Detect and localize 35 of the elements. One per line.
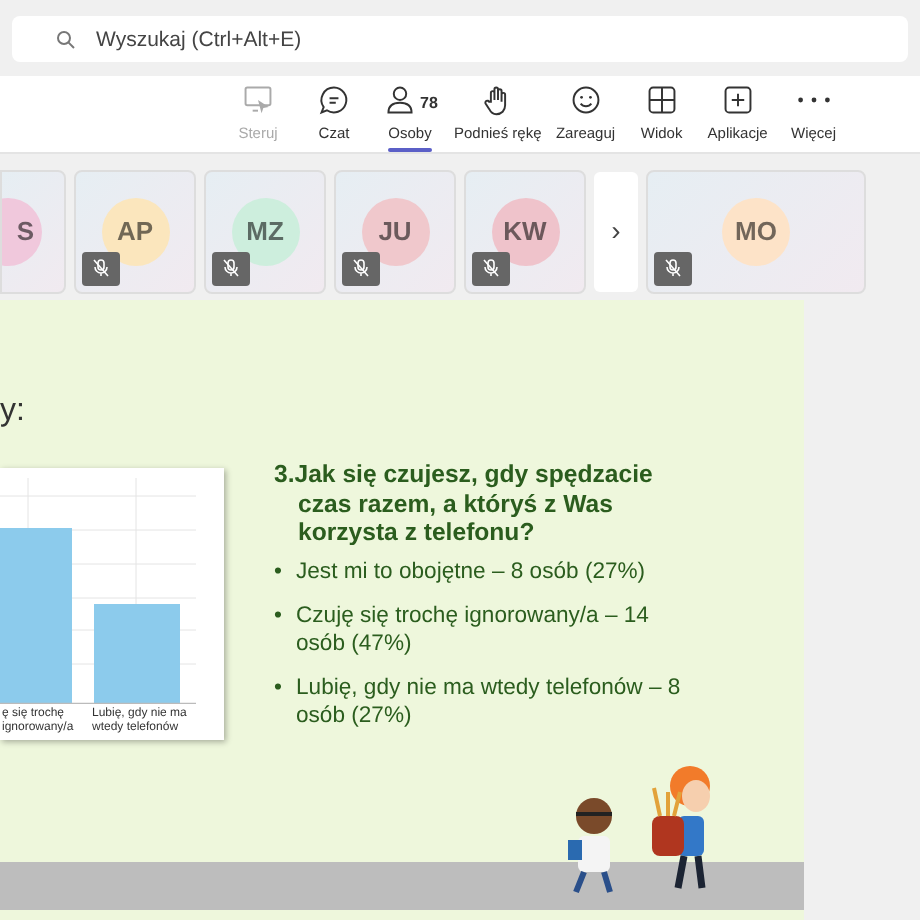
avatar-initials: MO <box>722 197 790 265</box>
muted-microphone-icon <box>482 258 500 278</box>
participant-tile[interactable]: AP <box>74 169 196 293</box>
participant-tile[interactable]: MO <box>646 169 866 293</box>
bullet-mark: • <box>274 604 282 631</box>
smiley-icon <box>567 84 604 116</box>
chat-icon <box>316 84 352 116</box>
participant-tile[interactable]: JU <box>334 169 456 293</box>
grid-icon <box>643 84 680 116</box>
bullet-mark: • <box>274 676 282 703</box>
answer-text: Lubię, gdy nie ma wtedy telefonów – 8 osób (27%) <box>296 676 681 727</box>
muted-microphone-icon <box>664 258 682 278</box>
answer-text: Czuję się trochę ignorowany/a – 14 osób (47%) <box>296 604 649 655</box>
person-icon <box>382 84 419 116</box>
muted-microphone-icon <box>92 258 110 278</box>
muted-microphone-icon <box>222 258 240 278</box>
avatar-initials: KW <box>491 197 559 265</box>
share-screen-icon <box>240 84 276 116</box>
search-field[interactable]: Wyszukaj (Ctrl+Alt+E) <box>12 16 908 62</box>
slide-title: y: <box>0 392 25 432</box>
participant-count: 78 <box>420 91 438 115</box>
muted-microphone-icon <box>352 258 370 278</box>
participant-tile[interactable]: MZ <box>204 169 326 293</box>
next-button[interactable]: › <box>594 171 638 291</box>
more-icon <box>797 96 830 104</box>
avatar-initials: AP <box>101 197 169 265</box>
participant-tile[interactable]: KW <box>464 169 586 293</box>
participant-tile[interactable]: S <box>0 169 66 293</box>
avatar-initials: S <box>2 197 42 265</box>
question-text: 3.Jak się czujesz, gdy spędzacie czas razem, a któryś z Was korzysta z telefonu? <box>274 460 655 547</box>
add-icon <box>719 84 756 116</box>
avatar-initials: JU <box>361 197 429 265</box>
avatar-initials: MZ <box>231 197 299 265</box>
bullet-mark: • <box>274 559 282 586</box>
answer-text: Jest mi to obojętne – 8 osób (27%) <box>296 559 646 583</box>
